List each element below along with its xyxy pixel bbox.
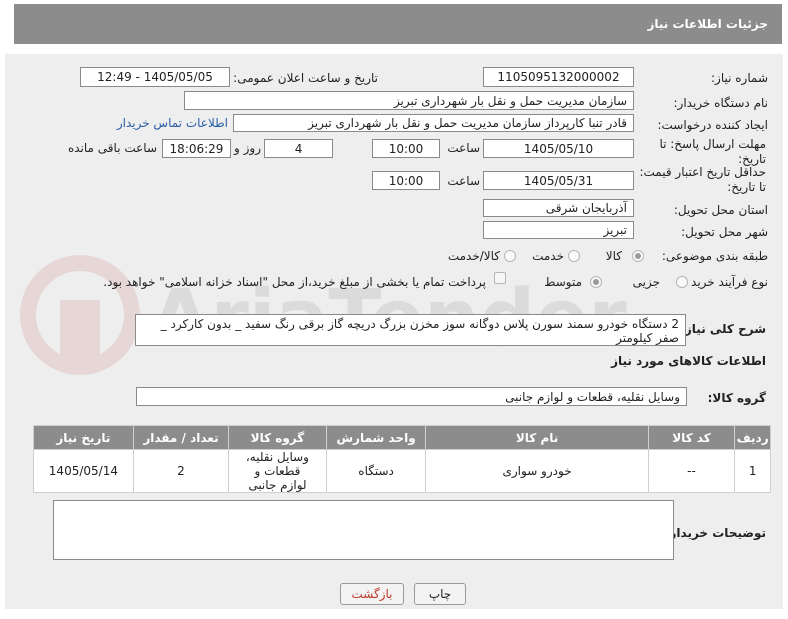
need-number-label: شماره نیاز: <box>711 71 768 85</box>
general-description-label: شرح کلی نیاز: <box>680 322 766 336</box>
delivery-city-field: تبریز <box>483 221 634 239</box>
col-header-unit: واحد شمارش <box>325 425 427 450</box>
goods-info-title: اطلاعات کالاهای مورد نیاز <box>611 354 766 368</box>
treasury-payment-note: پرداخت تمام یا بخشی از مبلغ خرید،از محل … <box>103 275 486 289</box>
need-number-field: 1105095132000002 <box>483 67 634 87</box>
table-row: 1 -- خودرو سواری دستگاه وسایل نقلیه، قطع… <box>33 449 771 493</box>
cell-quantity: 2 <box>132 449 230 493</box>
col-header-date: تاریخ نیاز <box>33 425 134 450</box>
requester-label: ایجاد کننده درخواست: <box>657 118 768 132</box>
general-description-field: 2 دستگاه خودرو سمند سورن پلاس دوگانه سوز… <box>135 314 686 346</box>
category-option-goods: کالا <box>605 249 622 263</box>
col-header-code: کد کالا <box>647 425 736 450</box>
delivery-province-label: استان محل تحویل: <box>673 203 768 217</box>
print-button[interactable]: چاپ <box>414 583 466 605</box>
cell-code: -- <box>647 449 736 493</box>
back-button[interactable]: بازگشت <box>340 583 404 605</box>
announce-datetime-field: 1405/05/05 - 12:49 <box>80 67 230 87</box>
process-radio-minor[interactable] <box>676 276 688 288</box>
buyer-org-label: نام دستگاه خریدار: <box>673 96 769 110</box>
cell-name: خودرو سواری <box>425 449 649 493</box>
category-option-service: خدمت <box>532 249 564 263</box>
col-header-group: گروه کالا <box>228 425 327 450</box>
process-option-medium: متوسط <box>544 275 582 289</box>
price-validity-label: حداقل تاریخ اعتبار قیمت: تا تاریخ: <box>639 165 766 194</box>
process-option-minor: جزیی <box>632 275 660 289</box>
page-header: جزئیات اطلاعات نیاز <box>14 4 782 44</box>
goods-table: ردیف کد کالا نام کالا واحد شمارش گروه کا… <box>33 425 771 493</box>
buyer-notes-label: توضیحات خریدار: <box>664 526 766 540</box>
col-header-quantity: تعداد / مقدار <box>132 425 230 450</box>
page-title: جزئیات اطلاعات نیاز <box>647 17 768 31</box>
category-radio-goods-service[interactable] <box>504 250 516 262</box>
price-validity-date: 1405/05/31 <box>483 171 634 190</box>
reply-deadline-label: مهلت ارسال پاسخ: تا تاریخ: <box>659 137 766 166</box>
col-header-name: نام کالا <box>425 425 649 450</box>
goods-group-field: وسایل نقلیه، قطعات و لوازم جانبی <box>136 387 687 406</box>
reply-deadline-date: 1405/05/10 <box>483 139 634 158</box>
price-validity-time-label: ساعت <box>447 174 480 188</box>
requester-field: قادر تنبا کارپرداز سازمان مدیریت حمل و ن… <box>233 114 634 132</box>
col-header-row: ردیف <box>734 425 771 450</box>
buyer-org-field: سازمان مدیریت حمل و نقل بار شهرداری تبری… <box>184 91 634 110</box>
reply-deadline-days: 4 <box>264 139 333 158</box>
delivery-city-label: شهر محل تحویل: <box>681 225 768 239</box>
buyer-contact-link[interactable]: اطلاعات تماس خریدار <box>117 116 228 130</box>
reply-deadline-time: 10:00 <box>372 139 440 158</box>
goods-table-header-row: ردیف کد کالا نام کالا واحد شمارش گروه کا… <box>33 425 771 450</box>
purchase-process-label: نوع فرآیند خرید : <box>683 275 768 289</box>
treasury-payment-checkbox[interactable] <box>494 272 506 284</box>
announce-datetime-label: تاریخ و ساعت اعلان عمومی: <box>233 71 378 85</box>
cell-row: 1 <box>734 449 771 493</box>
cell-unit: دستگاه <box>325 449 427 493</box>
buyer-notes-field[interactable] <box>53 500 674 560</box>
category-label: طبقه بندی موضوعی: <box>661 249 768 263</box>
category-radio-goods[interactable] <box>632 250 644 262</box>
delivery-province-field: آذربایجان شرقی <box>483 199 634 217</box>
category-radio-service[interactable] <box>568 250 580 262</box>
cell-group: وسایل نقلیه، قطعات و لوازم جانبی <box>228 449 327 493</box>
goods-group-label: گروه کالا: <box>707 391 766 405</box>
process-radio-medium[interactable] <box>590 276 602 288</box>
price-validity-time: 10:00 <box>372 171 440 190</box>
reply-deadline-time-label: ساعت <box>447 141 480 155</box>
category-option-goods-service: کالا/خدمت <box>447 249 500 263</box>
remaining-time-label: ساعت باقی مانده <box>67 141 157 155</box>
reply-deadline-days-label: روز و <box>234 141 261 155</box>
cell-date: 1405/05/14 <box>33 449 134 493</box>
remaining-time-field: 18:06:29 <box>162 139 231 158</box>
